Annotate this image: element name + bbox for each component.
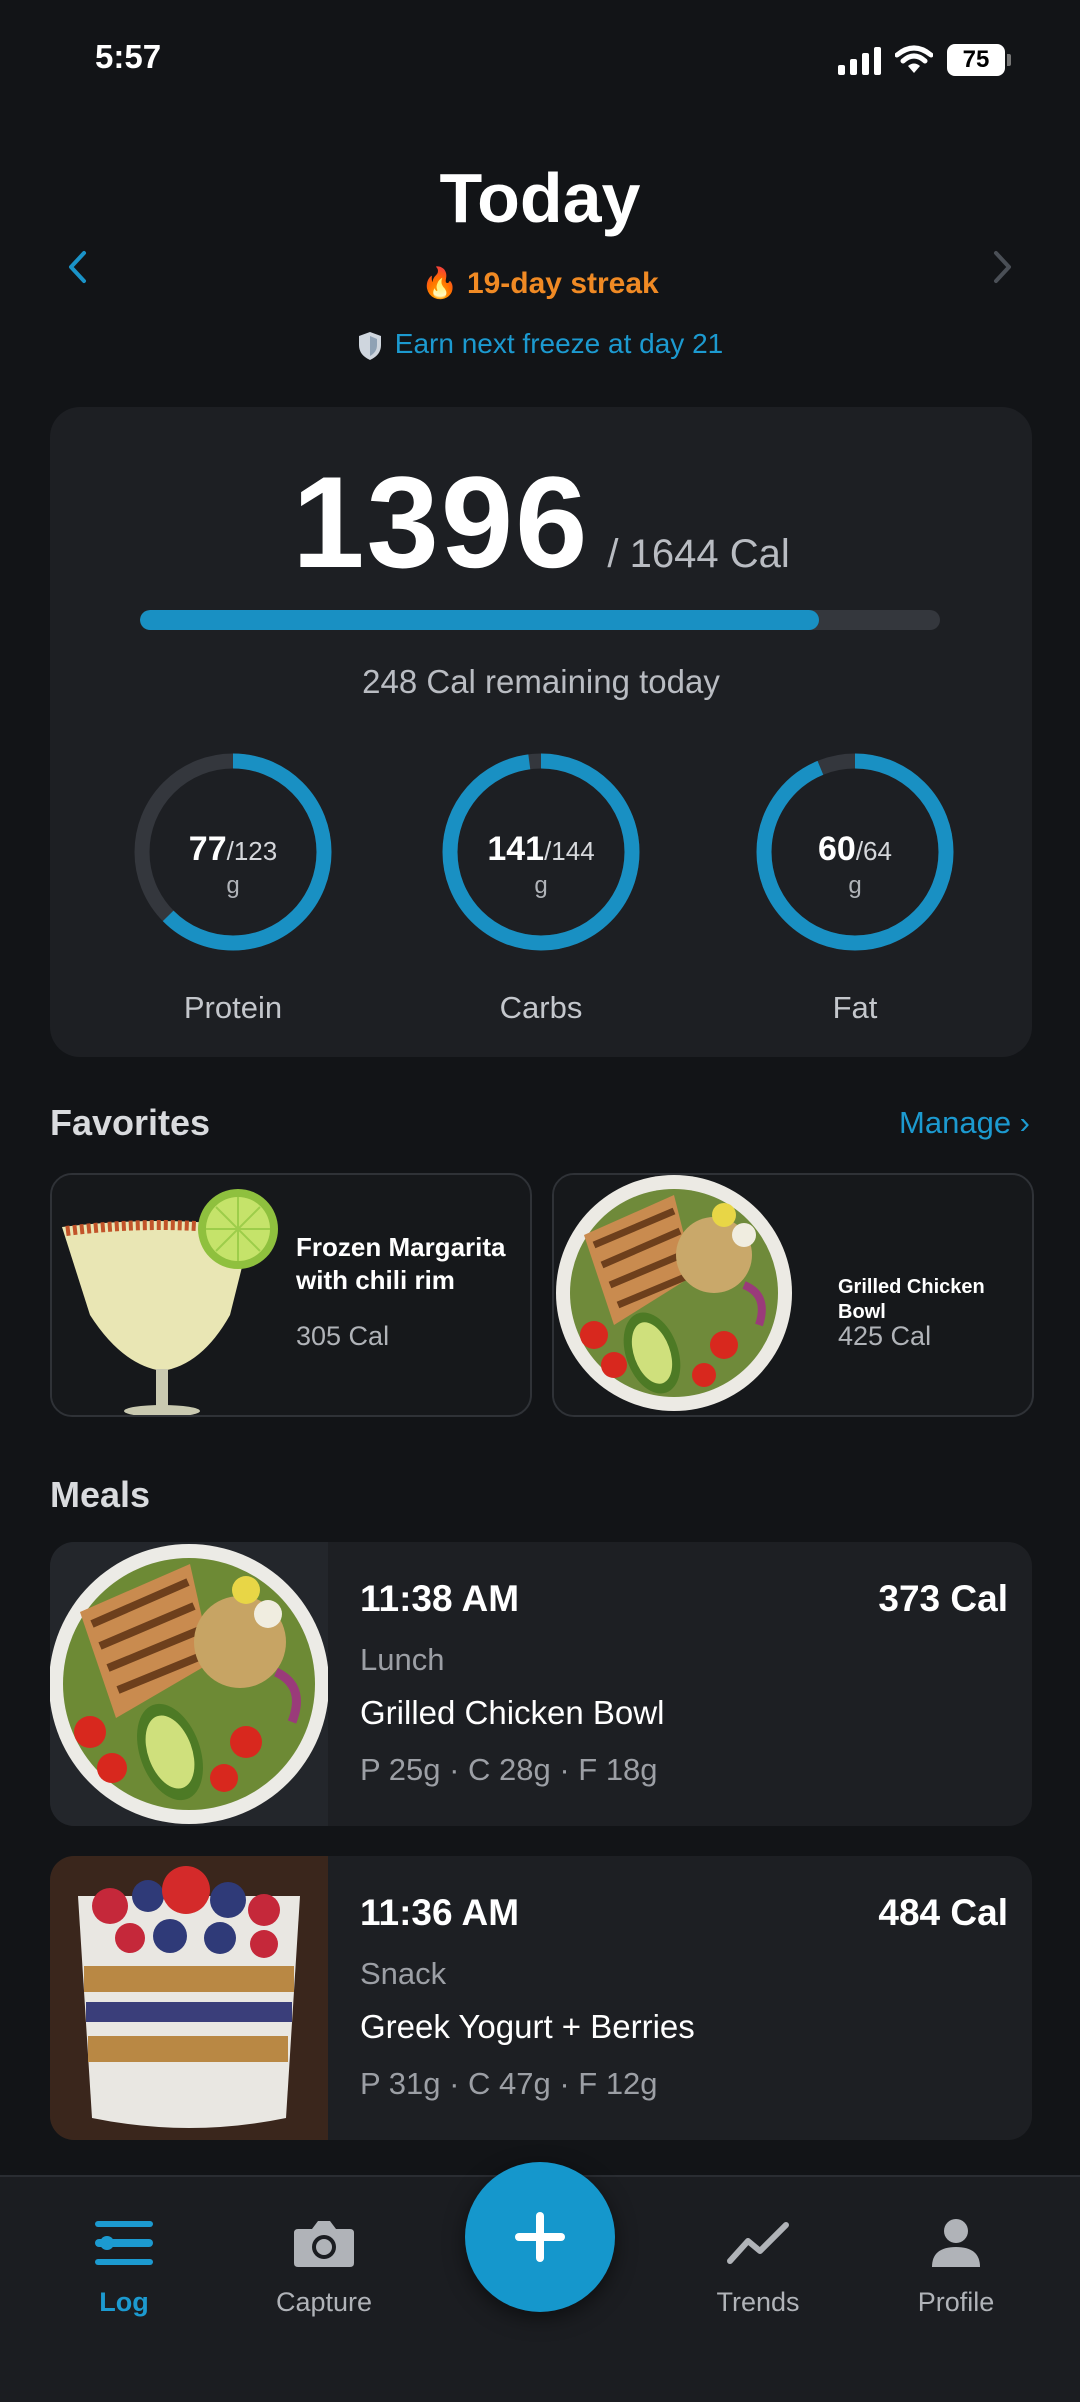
calorie-progress-fill [140, 610, 820, 630]
fat-unit: g [848, 872, 862, 899]
carbs-unit: g [534, 872, 548, 899]
calories-remaining: 248 Cal remaining today [362, 663, 720, 700]
tab-label: Trends [716, 2287, 800, 2317]
protein-goal: /123 [226, 836, 278, 866]
tab-label: Log [99, 2287, 149, 2317]
fat-goal: /64 [855, 836, 892, 866]
calories-goal: / 1644 Cal [607, 532, 790, 576]
wifi-icon [895, 45, 933, 73]
calorie-summary-card: 1396 / 1644 Cal 248 Cal remaining today 7… [50, 407, 1032, 1057]
protein-unit: g [226, 872, 240, 899]
chicken-bowl-image [50, 1542, 328, 1826]
carbs-eaten: 141 [487, 830, 545, 868]
cellular-signal-icon [838, 45, 881, 75]
favorite-name: Frozen Margarita with chili rim [296, 1232, 506, 1295]
streak-label: 🔥 19-day streak [421, 267, 659, 300]
profile-icon [932, 2219, 980, 2267]
trends-icon [727, 2222, 789, 2264]
macro-carbs: 141/144 g Carbs [421, 752, 661, 1052]
page-title: Today [439, 159, 641, 237]
meal-card-lunch[interactable]: 11:38 AM 373 Cal Lunch Grilled Chicken B… [50, 1542, 1032, 1826]
fat-values: 60/64 [735, 830, 975, 869]
fat-eaten: 60 [818, 830, 856, 868]
carbs-goal: /144 [544, 836, 595, 866]
favorite-card-chicken-bowl[interactable]: Grilled Chicken Bowl 425 Cal [552, 1173, 1034, 1417]
protein-label: Protein [183, 990, 283, 1025]
carbs-label: Carbs [499, 990, 583, 1025]
tab-log[interactable]: Log [44, 2217, 204, 2318]
tab-capture[interactable]: Capture [244, 2217, 404, 2318]
favorite-calories: 425 Cal [838, 1321, 932, 1351]
meal-type: Snack [360, 1956, 447, 1991]
tab-label: Profile [917, 2287, 995, 2317]
tab-label: Capture [275, 2287, 373, 2317]
status-icons: 75 [838, 40, 1011, 80]
meal-type: Lunch [360, 1642, 445, 1677]
shield-icon [358, 331, 381, 360]
freeze-note-text: Earn next freeze at day 21 [394, 328, 724, 359]
camera-icon [294, 2221, 354, 2267]
favorite-calories: 305 Cal [296, 1321, 390, 1351]
macro-protein: 77/123 g Protein [113, 752, 353, 1052]
fat-label: Fat [832, 990, 878, 1025]
calorie-progress-bar [140, 610, 940, 630]
plus-icon [515, 2212, 565, 2262]
meals-heading: Meals [50, 1474, 151, 1515]
carbs-values: 141/144 [421, 830, 661, 869]
meal-time: 11:36 AM [360, 1892, 520, 1933]
freeze-note: Earn next freeze at day 21 [0, 328, 1080, 361]
meal-calories: 484 Cal [878, 1892, 1008, 1933]
log-icon [95, 2221, 153, 2265]
tab-trends[interactable]: Trends [678, 2217, 838, 2318]
meal-name: Greek Yogurt + Berries [360, 2008, 695, 2045]
protein-values: 77/123 [113, 830, 353, 869]
meal-macros: P 31g · C 47g · F 12g [360, 2066, 658, 2101]
status-bar: 5:57 75 [0, 0, 1080, 120]
calories-eaten: 1396 [292, 449, 590, 595]
favorite-name: Grilled Chicken Bowl [838, 1276, 985, 1323]
meal-card-snack[interactable]: 11:36 AM 484 Cal Snack Greek Yogurt + Be… [50, 1856, 1032, 2140]
meal-name: Grilled Chicken Bowl [360, 1694, 665, 1731]
manage-favorites-link[interactable]: Manage › [899, 1105, 1030, 1141]
favorite-card-margarita[interactable]: Frozen Margarita with chili rim 305 Cal [50, 1173, 532, 1417]
add-entry-button[interactable] [465, 2162, 615, 2312]
status-time: 5:57 [95, 38, 162, 75]
protein-eaten: 77 [188, 830, 227, 868]
chicken-bowl-image [554, 1175, 824, 1415]
yogurt-parfait-image [50, 1856, 328, 2140]
meal-time: 11:38 AM [360, 1578, 520, 1619]
battery-indicator: 75 [947, 44, 1011, 76]
margarita-image [52, 1175, 292, 1415]
tab-profile[interactable]: Profile [876, 2217, 1036, 2318]
meal-calories: 373 Cal [878, 1578, 1008, 1619]
meal-macros: P 25g · C 28g · F 18g [360, 1752, 658, 1787]
macro-fat: 60/64 g Fat [735, 752, 975, 1052]
favorites-heading: Favorites [50, 1102, 211, 1143]
calorie-readout: 1396 / 1644 Cal [50, 447, 1032, 597]
